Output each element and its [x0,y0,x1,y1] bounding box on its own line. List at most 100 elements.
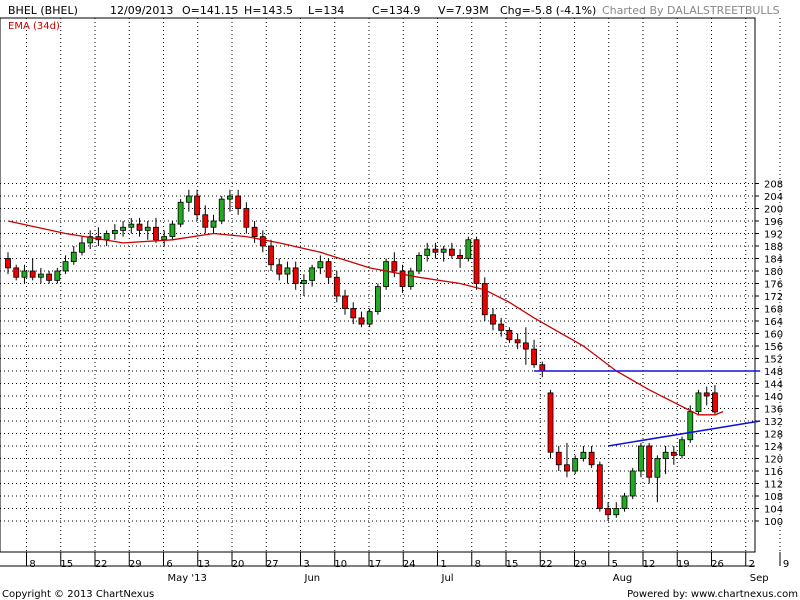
ema-legend-label: EMA (34d) [8,21,60,32]
candle-body [531,348,537,366]
y-tick-label: 116 [764,467,783,478]
x-tick-label: 5 [612,559,618,570]
candle [621,492,628,512]
x-tick-label: 19 [677,559,690,570]
candle [95,227,102,246]
x-axis: 8 15 22 29 6May '1313 20 27 3Jun10 17 24 1Jul8 15 22… [0,552,789,584]
candle [235,189,242,215]
candle-body [227,195,233,200]
candle-body [235,195,242,209]
candle [588,446,595,468]
candle-body [498,323,505,331]
candle [210,214,217,234]
candle-body [268,245,274,266]
candle [194,189,200,221]
candle-body [194,195,200,216]
y-tick-label: 152 [764,355,783,366]
candle-body [169,223,176,238]
charted-by-label: Charted By DALALSTREETBULLS [602,4,780,17]
x-tick-label: 20 [232,559,245,570]
candle [703,386,710,406]
y-tick-label: 132 [764,417,783,428]
candle [54,267,61,284]
candle-body [613,508,620,516]
candle [646,442,653,484]
x-tick-label: 2 [749,559,755,570]
x-tick-label: 10 [334,559,347,570]
y-tick-label: 120 [764,455,783,466]
candle [465,236,472,262]
candle-body [309,267,316,281]
candle-body [564,464,570,472]
high-value: H=143.5 [244,4,293,17]
candle [712,385,718,415]
candle [301,274,307,296]
candle [13,264,20,281]
candle-body [588,451,595,466]
candle-body [103,233,110,241]
candle [366,308,373,328]
candle [177,199,184,228]
candle-body [638,445,644,472]
candle [490,308,496,331]
candle-body [605,508,611,516]
x-tick-label: 22 [95,559,108,570]
candle-body [317,261,324,269]
candle-body [210,220,217,228]
candle-body [202,214,209,228]
candle [342,289,348,315]
x-month-label: Jul [441,573,454,584]
candle-body [407,270,414,288]
y-tick-label: 140 [764,392,783,403]
candle [325,258,332,284]
candle [522,327,529,365]
candle-body [712,392,718,413]
candle-body [687,411,694,441]
y-tick-label: 192 [764,230,783,241]
copyright-label: Copyright © 2013 ChartNexus [2,589,154,600]
candle-body [243,208,250,228]
candle [251,221,258,243]
candle [448,242,455,259]
candle-body [301,279,307,284]
candle-body [679,439,685,456]
y-tick-label: 180 [764,267,783,278]
candle-body [79,242,85,253]
candle [399,264,406,293]
candle [514,333,521,350]
candle-body [333,276,340,297]
candle-body [646,445,653,478]
candle [416,252,422,275]
x-tick-label: 29 [574,559,587,570]
candle [153,217,159,243]
candle-body [128,223,135,228]
y-tick-label: 108 [764,492,783,503]
candle [654,455,661,503]
date-label: 12/09/2013 [110,4,173,17]
candle [29,258,36,281]
candle-body [366,311,373,325]
candle-body [161,236,168,241]
candle-body [596,464,603,509]
candle [46,271,52,284]
candle [613,502,620,518]
ema-series [7,220,724,416]
y-tick-label: 124 [764,442,783,453]
y-tick-label: 208 [764,180,783,191]
candle-body [629,470,636,497]
candle-body [29,270,36,278]
candle [506,327,513,343]
candle [440,246,447,262]
y-tick-label: 160 [764,330,783,341]
x-month-label: Sep [750,573,769,584]
candle [407,267,414,290]
x-tick-label: 1 [440,559,446,570]
candle-body [144,226,151,231]
candle-body [120,226,126,231]
candle [70,246,77,265]
candle [547,389,554,459]
candle-body [695,392,702,413]
candle-body [374,286,381,313]
x-tick-label: 3 [303,559,309,570]
x-month-label: May '13 [168,573,207,584]
